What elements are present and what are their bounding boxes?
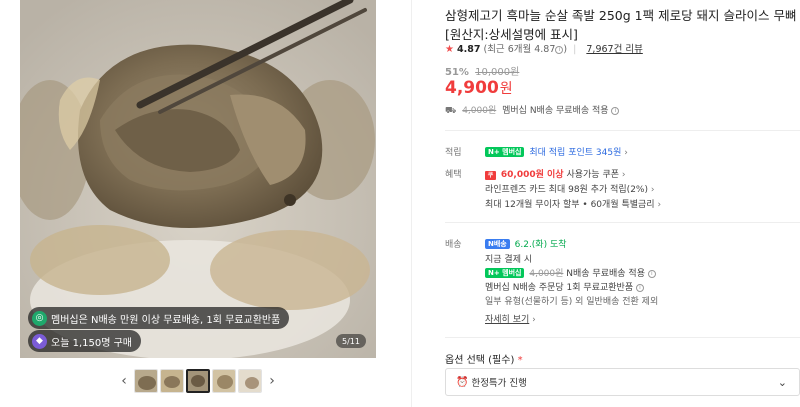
- membership-shipping-badge: ◎ 멤버십은 N배송 만원 이상 무료배송, 1회 무료교환반품: [28, 307, 290, 329]
- installment-text: 최대 12개월 무이자 할부 • 60개월 특별금리: [485, 200, 655, 210]
- points-row: N+ 멤버십 최대 적립 포인트 345원 ›: [485, 145, 628, 158]
- alarm-clock-icon: ⏰: [456, 376, 469, 388]
- thumbnail-5[interactable]: [238, 369, 262, 393]
- info-icon[interactable]: i: [611, 107, 620, 115]
- sale-price-unit: 원: [499, 81, 513, 97]
- pay-condition: 지금 결제 시: [485, 255, 533, 265]
- review-count-link[interactable]: 7,967건 리뷰: [586, 44, 642, 55]
- chevron-right-icon[interactable]: ›: [624, 148, 628, 158]
- thumbnail-strip: ‹ ›: [115, 368, 281, 394]
- required-mark: *: [517, 355, 523, 366]
- free-return-row: 멤버십 N배송 주문당 1회 무료교환반품 i: [485, 280, 644, 293]
- star-icon: ★: [445, 44, 454, 55]
- thumbnail-1[interactable]: [134, 369, 158, 393]
- membership-badge-text: 멤버십은 N배송 만원 이상 무료배송, 1회 무료교환반품: [51, 314, 281, 326]
- card-benefit-text: 라인프렌즈 카드 최대 98원 추가 적립(2%): [485, 185, 648, 195]
- purchase-count-badge: ◆ 오늘 1,150명 구매: [28, 330, 141, 352]
- delivery-label: 배송: [445, 240, 462, 250]
- coupon-icon: 쿠: [485, 171, 496, 180]
- rating-recent-close: ): [563, 44, 568, 55]
- npay-membership-chip: N+ 멤버십: [485, 268, 525, 278]
- thumbnail-4[interactable]: [212, 369, 236, 393]
- n-delivery-chip: N배송: [485, 239, 510, 249]
- delivery-more-link[interactable]: 자세히 보기: [485, 315, 529, 325]
- section-divider: [445, 130, 800, 131]
- coupon-text: 사용가능 쿠폰: [566, 170, 620, 180]
- separator: |: [573, 44, 577, 55]
- delivery-date-row: N배송 6.2.(화) 도착: [485, 237, 567, 250]
- delivery-fee-text: N배송 무료배송 적용: [566, 269, 645, 279]
- delivery-fee-row: N+ 멤버십 4,000원 N배송 무료배송 적용 i: [485, 266, 656, 279]
- column-divider: [411, 0, 412, 407]
- fire-icon: ◆: [32, 333, 47, 349]
- info-icon[interactable]: i: [647, 270, 656, 278]
- delivery-date: 6.2.(화) 도착: [514, 240, 567, 250]
- perks-label: 혜택: [445, 170, 462, 180]
- sale-price: 4,900원: [445, 78, 513, 98]
- rating-recent: (최근 6개월 4.87: [483, 44, 556, 55]
- installment-row[interactable]: 최대 12개월 무이자 할부 • 60개월 특별금리 ›: [485, 197, 661, 210]
- rating-row: ★ 4.87 (최근 6개월 4.87 i) | 7,967건 리뷰: [445, 41, 643, 55]
- shipping-summary-text: 멤버십 N배송 무료배송 적용: [502, 106, 609, 116]
- jokbal-photo-illustration: [20, 0, 376, 358]
- chevron-right-icon: ›: [650, 185, 655, 195]
- section-divider: [445, 222, 800, 223]
- photo-page-counter: 5/11: [336, 334, 366, 348]
- option-selected-value: 한정특가 진행: [471, 378, 527, 389]
- thumbnail-next-arrow[interactable]: ›: [263, 368, 281, 394]
- option-label: 옵션 선택 (필수) *: [445, 351, 523, 366]
- product-title: 삼형제고기 흑마늘 순살 족발 250g 1팩 제로당 돼지 슬라이스 무뼈 […: [445, 6, 800, 44]
- thumbnail-3-selected[interactable]: [186, 369, 210, 393]
- section-divider: [445, 337, 800, 338]
- discount-row: 51% 10,000원: [445, 63, 519, 78]
- rating-score: 4.87: [457, 44, 481, 55]
- points-label: 적립: [445, 148, 462, 158]
- chevron-right-icon: ›: [532, 315, 536, 325]
- truck-icon: ⛟: [445, 106, 457, 116]
- sale-price-number: 4,900: [445, 78, 499, 98]
- option-select[interactable]: ⏰ 한정특가 진행 ⌄: [445, 368, 800, 396]
- purchase-count-text: 오늘 1,150명 구매: [51, 337, 132, 349]
- option-label-text: 옵션 선택 (필수): [445, 355, 515, 366]
- delivery-more-row[interactable]: 자세히 보기 ›: [485, 312, 536, 325]
- thumbnail-2[interactable]: [160, 369, 184, 393]
- original-price: 10,000원: [475, 67, 520, 78]
- delivery-fee-strike: 4,000원: [529, 269, 564, 279]
- shipping-fee-strike: 4,000원: [462, 106, 497, 116]
- chevron-down-icon[interactable]: ⌄: [778, 376, 787, 389]
- card-benefit-row[interactable]: 라인프렌즈 카드 최대 98원 추가 적립(2%) ›: [485, 182, 654, 195]
- membership-icon: ◎: [32, 310, 47, 326]
- info-icon[interactable]: i: [635, 284, 644, 292]
- free-return-text: 멤버십 N배송 주문당 1회 무료교환반품: [485, 283, 634, 293]
- shipping-summary: ⛟ 4,000원 멤버십 N배송 무료배송 적용 i: [445, 103, 620, 117]
- points-text[interactable]: 최대 적립 포인트 345원: [529, 148, 621, 158]
- npay-membership-chip: N+ 멤버십: [485, 147, 525, 157]
- product-title-line-1: 삼형제고기 흑마늘 순살 족발 250g 1팩 제로당 돼지 슬라이스 무뼈: [445, 8, 797, 23]
- chevron-right-icon: ›: [621, 170, 626, 180]
- coupon-amount: 60,000원 이상: [500, 170, 564, 180]
- coupon-row[interactable]: 쿠 60,000원 이상 사용가능 쿠폰 ›: [485, 167, 626, 180]
- main-product-photo[interactable]: ◎ 멤버십은 N배송 만원 이상 무료배송, 1회 무료교환반품 ◆ 오늘 1,…: [20, 0, 376, 358]
- chevron-right-icon: ›: [657, 200, 662, 210]
- discount-rate: 51%: [445, 67, 469, 78]
- delivery-exception: 일부 유형(선물하기 등) 외 일반배송 전환 제외: [485, 297, 659, 307]
- thumbnail-prev-arrow[interactable]: ‹: [115, 368, 133, 394]
